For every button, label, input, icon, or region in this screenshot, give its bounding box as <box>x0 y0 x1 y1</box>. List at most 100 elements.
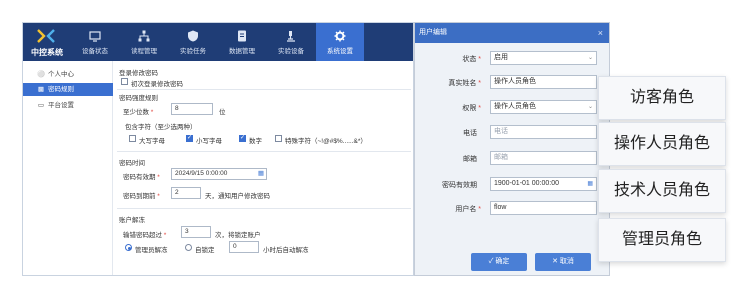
retry-label: 输错密码超过 * <box>123 232 167 239</box>
close-icon: ✕ <box>552 258 560 265</box>
sidebar-item-label: 平台设置 <box>48 102 74 109</box>
nav-label: 数据管理 <box>229 48 255 55</box>
shield-icon <box>188 30 198 42</box>
expiry-datetime-input[interactable]: 2024/9/15 0:00:00 ▦ <box>171 168 267 180</box>
calendar-icon[interactable]: ▦ <box>587 178 593 190</box>
role-card-technician: 技术人员角色 <box>598 169 726 213</box>
microscope-icon <box>287 31 295 42</box>
sidebar-item-label: 密码规则 <box>48 86 74 93</box>
email-input[interactable]: 邮箱 <box>490 151 597 165</box>
first-login-label: 初次登录修改密码 <box>131 81 183 88</box>
retry-count-input[interactable]: 3 <box>181 226 211 238</box>
nav-label: 读程管理 <box>131 48 157 55</box>
section-divider <box>117 208 411 209</box>
nav-item-experiment-task[interactable]: 实验任务 <box>171 23 215 61</box>
cancel-button[interactable]: ✕ 取消 <box>535 253 591 271</box>
section-title-password-strength: 密码强度规则 <box>119 95 158 102</box>
contains-chars-label: 包含字符（至少选两种） <box>125 124 197 131</box>
email-label: 邮箱 <box>463 156 477 163</box>
confirm-label: 确定 <box>495 258 510 265</box>
permission-value: 操作人员角色 <box>494 103 536 110</box>
auto-unlock-hours-input[interactable]: 0 <box>229 241 259 253</box>
section-title-login-password: 登录修改密码 <box>119 70 158 77</box>
first-login-checkbox[interactable] <box>121 78 128 85</box>
section-title-password-time: 密码时间 <box>119 160 145 167</box>
close-icon[interactable]: × <box>598 23 603 43</box>
auto-unlock-suffix: 小时后自动解冻 <box>263 247 309 254</box>
nav-label: 实验任务 <box>180 48 206 55</box>
phone-label: 电话 <box>463 130 477 137</box>
gear-icon <box>334 30 346 42</box>
user-icon: ⚪ <box>37 71 46 78</box>
realname-label: 真实姓名 * <box>448 80 481 87</box>
role-card-operator: 操作人员角色 <box>598 122 726 166</box>
notice-suffix: 天，通知用户修改密码 <box>205 193 270 200</box>
lowercase-label: 小写字母 <box>196 138 222 145</box>
network-icon <box>138 30 150 42</box>
sidebar-item-platform-settings[interactable]: ▭ 平台设置 <box>23 99 113 112</box>
chevron-down-icon: ⌄ <box>587 55 593 61</box>
username-input[interactable]: flow <box>490 201 597 215</box>
nav-item-system-settings[interactable]: 系统设置 <box>316 23 364 61</box>
cancel-label: 取消 <box>559 258 574 265</box>
auto-unlock-label: 自锁定 <box>195 247 215 254</box>
app-logo: 中控系统 <box>25 29 67 59</box>
monitor-icon <box>89 31 101 42</box>
admin-unlock-radio[interactable] <box>125 244 132 251</box>
special-chars-checkbox[interactable] <box>275 135 282 142</box>
nav-item-process[interactable]: 读程管理 <box>122 23 166 61</box>
settings-content: 登录修改密码 初次登录修改密码 密码强度规则 至少位数 * 8 位 包含字符（至… <box>115 61 413 275</box>
retry-suffix: 次，将锁定账户 <box>215 232 261 239</box>
permission-label: 权限 * <box>462 105 481 112</box>
nav-label: 实验设备 <box>278 48 304 55</box>
min-length-input[interactable]: 8 <box>171 103 213 115</box>
document-icon <box>238 30 246 42</box>
dialog-title: 用户编辑 <box>419 29 447 36</box>
username-label: 用户名 * <box>455 206 481 213</box>
min-length-label: 至少位数 * <box>123 109 154 116</box>
min-length-unit: 位 <box>219 109 226 116</box>
section-divider <box>117 151 411 152</box>
nav-item-device-status[interactable]: 设备状态 <box>73 23 117 61</box>
chevron-down-icon: ⌄ <box>587 104 593 110</box>
nav-label: 系统设置 <box>327 48 353 55</box>
app-title: 中控系统 <box>31 48 63 57</box>
dialog-header: 用户编辑 × <box>415 23 609 43</box>
pwd-expiry-value: 1900-01-01 00:00:00 <box>494 180 559 187</box>
section-title-account-unlock: 账户解冻 <box>119 217 145 224</box>
section-divider <box>117 89 411 90</box>
pwd-expiry-label: 密码有效期 <box>442 182 477 189</box>
status-value: 启用 <box>494 54 508 61</box>
nav-label: 设备状态 <box>82 48 108 55</box>
screen-icon: ▭ <box>37 102 45 109</box>
special-chars-label: 特殊字符（~!@#$%......&*） <box>285 138 367 145</box>
sidebar: ⚪ 个人中心 ▩ 密码规则 ▭ 平台设置 <box>23 61 113 275</box>
sidebar-item-password-rules[interactable]: ▩ 密码规则 <box>23 83 113 96</box>
digits-label: 数字 <box>249 138 262 145</box>
role-card-visitor: 访客角色 <box>598 76 726 120</box>
phone-input[interactable]: 电话 <box>490 125 597 139</box>
auto-unlock-radio[interactable] <box>185 244 192 251</box>
realname-input[interactable]: 操作人员角色 <box>490 75 597 89</box>
expiry-value: 2024/9/15 0:00:00 <box>175 170 228 177</box>
pwd-expiry-input[interactable]: 1900-01-01 00:00:00 ▦ <box>490 177 597 191</box>
sidebar-item-label: 个人中心 <box>48 71 74 78</box>
nav-item-data-management[interactable]: 数据管理 <box>220 23 264 61</box>
nav-item-lab-equipment[interactable]: 实验设备 <box>269 23 313 61</box>
status-label: 状态 * <box>462 56 481 63</box>
permission-select[interactable]: 操作人员角色 ⌄ <box>490 100 597 114</box>
calendar-icon[interactable]: ▦ <box>258 169 264 179</box>
confirm-button[interactable]: ✓ 确定 <box>471 253 527 271</box>
notice-label: 密码到期前 * <box>123 193 160 200</box>
uppercase-checkbox[interactable] <box>129 135 136 142</box>
digits-checkbox[interactable] <box>239 134 246 142</box>
status-select[interactable]: 启用 ⌄ <box>490 51 597 65</box>
top-navigation-bar: 中控系统 设备状态 读程管理 实验任务 数据管理 实验设备 系统设置 <box>23 23 413 61</box>
screenshot-stage: 中控系统 设备状态 读程管理 实验任务 数据管理 实验设备 系统设置 ⚪ 个人中… <box>0 0 747 292</box>
lowercase-checkbox[interactable] <box>186 134 193 142</box>
sidebar-item-profile[interactable]: ⚪ 个人中心 <box>23 68 113 81</box>
notice-days-input[interactable]: 2 <box>171 187 201 199</box>
expiry-label: 密码有效期 * <box>123 174 160 181</box>
uppercase-label: 大写字母 <box>139 138 165 145</box>
lock-icon: ▩ <box>37 86 45 93</box>
